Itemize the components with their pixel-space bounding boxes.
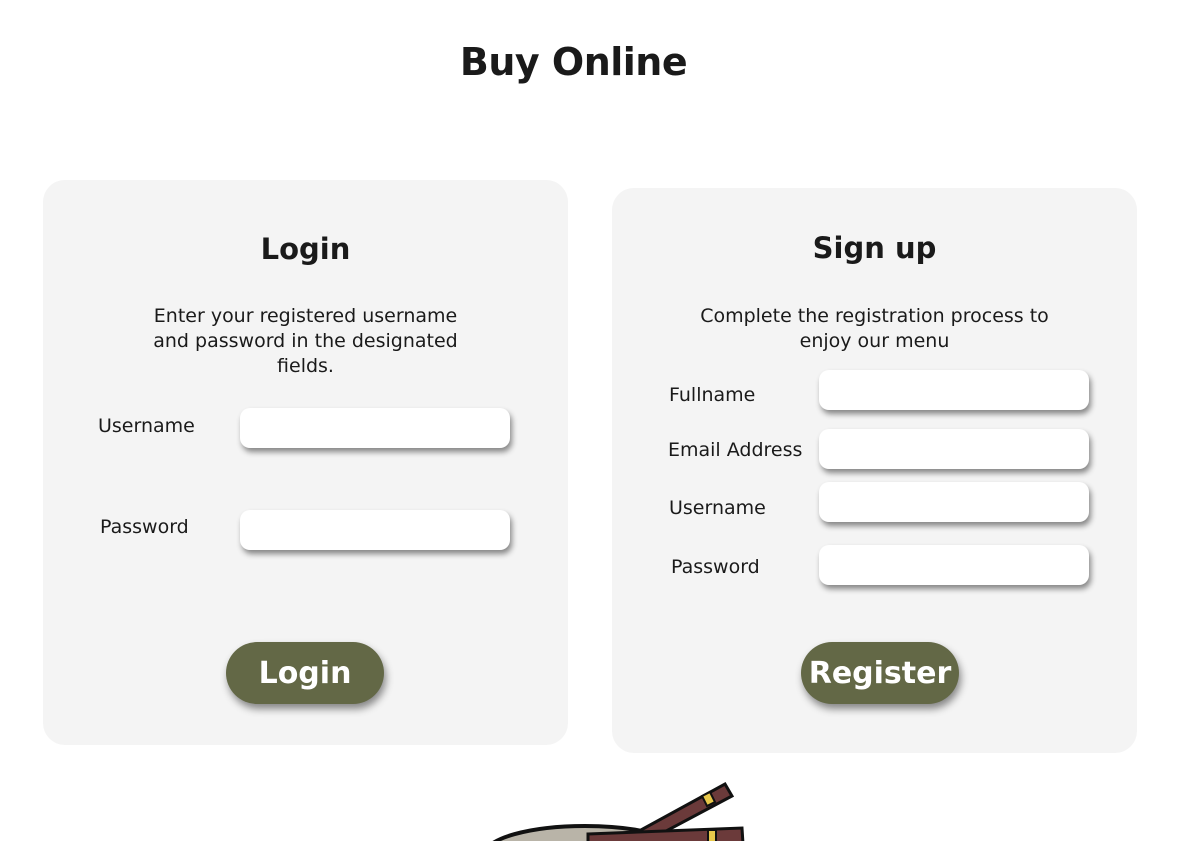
login-title: Login (260, 232, 351, 266)
signup-title: Sign up (812, 231, 937, 265)
signup-fullname-input[interactable] (819, 370, 1089, 410)
login-button[interactable]: Login (226, 642, 384, 704)
login-description: Enter your registered username and passw… (153, 305, 458, 377)
signup-username-label: Username (669, 497, 766, 519)
register-button[interactable]: Register (801, 642, 959, 704)
page-title: Buy Online (459, 40, 688, 84)
noodle-bowl-chopsticks-icon (480, 772, 760, 841)
signup-fullname-label: Fullname (669, 384, 756, 406)
signup-password-label: Password (671, 556, 760, 578)
signup-card: Sign up Complete the registration proces… (612, 188, 1137, 753)
signup-email-input[interactable] (819, 429, 1089, 469)
login-password-input[interactable] (240, 510, 510, 550)
login-card: Login Enter your registered username and… (43, 180, 568, 745)
login-username-label: Username (98, 415, 195, 437)
signup-username-input[interactable] (819, 482, 1089, 522)
signup-description: Complete the registration process to enj… (700, 305, 1049, 352)
page: Buy Online Login Enter your registered u… (0, 0, 1182, 841)
login-password-label: Password (100, 516, 189, 538)
signup-password-input[interactable] (819, 545, 1089, 585)
login-username-input[interactable] (240, 408, 510, 448)
signup-email-label: Email Address (668, 439, 803, 461)
